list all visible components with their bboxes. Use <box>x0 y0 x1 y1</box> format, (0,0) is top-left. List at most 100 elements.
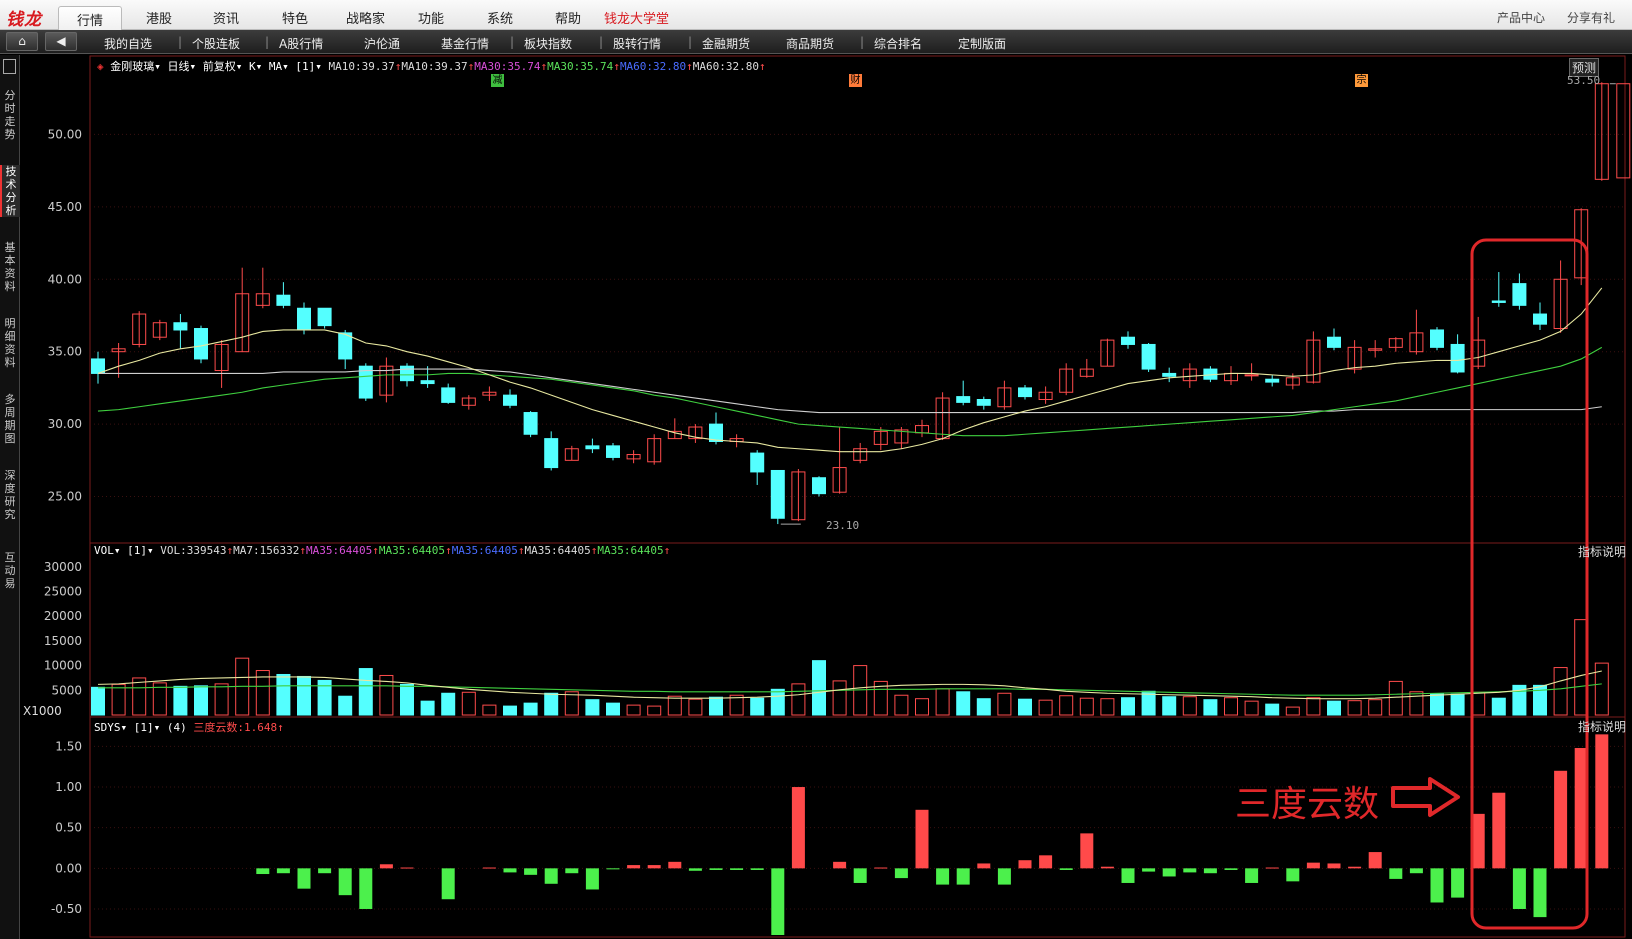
volume-param[interactable]: [1] <box>127 544 147 557</box>
sdys-bar <box>709 868 723 870</box>
ma60-line <box>98 368 1602 414</box>
candle-body <box>1450 343 1465 373</box>
volume-bar <box>750 697 765 716</box>
sdys-bar <box>894 868 908 879</box>
volume-tick-label: 25000 <box>44 584 82 598</box>
stock-name[interactable]: 金刚玻璃 <box>110 60 154 73</box>
sdys-bar <box>668 861 682 869</box>
volume-bar <box>647 705 662 716</box>
volume-bar <box>1244 700 1259 716</box>
volume-bar <box>111 683 126 716</box>
volume-tick-label: 10000 <box>44 659 82 673</box>
event-tag-finance[interactable]: 财 <box>849 74 862 87</box>
sdys-bar <box>1203 868 1217 874</box>
sdys-bar <box>379 864 393 869</box>
sdys-bar <box>1595 734 1609 869</box>
sdys-bar <box>1327 863 1341 869</box>
sdys-tick-label: 0.50 <box>55 821 82 835</box>
annotation-label: 三度云数 <box>1235 784 1380 825</box>
event-tag-reduce[interactable]: 减 <box>491 74 504 87</box>
volume-legend-item: MA35:64405 <box>451 544 518 557</box>
ma-legend-item: MA60:32.80 <box>692 60 760 73</box>
top-price-label: 53.50 <box>1567 74 1601 87</box>
candle-body <box>1141 343 1156 370</box>
sdys-bar <box>1492 792 1506 869</box>
candle-body <box>770 469 785 519</box>
event-tag-block[interactable]: 宗 <box>1355 74 1368 87</box>
candle-body <box>420 380 435 385</box>
volume-bar <box>606 702 620 716</box>
candle-body <box>812 477 826 495</box>
sdys-tick-label: -0.50 <box>51 902 82 916</box>
price-tick-label: 50.00 <box>48 127 82 141</box>
sdys-bar <box>1306 862 1320 869</box>
indicator-selector[interactable]: MA <box>269 60 282 73</box>
sdys-bar <box>1533 868 1547 918</box>
candle-body <box>1327 336 1341 348</box>
sdys-bar <box>1018 860 1032 869</box>
sdys-bar <box>956 868 970 885</box>
volume-bar <box>1368 699 1383 716</box>
sdys-bar <box>1162 868 1176 877</box>
price-tick-label: 35.00 <box>48 345 82 359</box>
sdys-bar <box>750 868 764 870</box>
candle-body <box>194 328 208 360</box>
volume-bar <box>503 705 517 716</box>
sdys-bar <box>627 865 641 869</box>
volume-bar <box>1100 698 1115 716</box>
volume-legend-item: MA35:64405 <box>524 544 591 557</box>
volume-bar <box>276 673 291 716</box>
volume-bar <box>1450 693 1465 716</box>
sdys-bar <box>1121 868 1135 883</box>
sdys-value: 1.648 <box>244 721 278 734</box>
adjust-selector[interactable]: 前复权 <box>203 60 236 73</box>
volume-tick-label: 30000 <box>44 560 82 574</box>
sdys-bar <box>359 868 373 909</box>
price-tick-label: 25.00 <box>48 490 82 504</box>
stock-marker-icon: ◈ <box>97 60 104 73</box>
sdys-bar <box>256 868 270 875</box>
volume-bar <box>1265 703 1280 716</box>
sdys-bar <box>524 868 538 875</box>
candle-body <box>1430 329 1444 348</box>
volume-bar <box>915 698 929 716</box>
volume-bar <box>1059 695 1074 716</box>
volume-bar <box>585 699 600 716</box>
sdys-bar <box>1245 868 1259 883</box>
sdys-bar <box>833 861 847 869</box>
ma-legend-item: MA10:39.37 <box>401 60 468 73</box>
volume-unit-label: X1000 <box>23 704 62 718</box>
volume-bar <box>626 704 641 716</box>
indicator-param[interactable]: [1] <box>295 60 315 73</box>
kline-selector[interactable]: K <box>249 60 256 73</box>
volume-bar <box>667 695 682 716</box>
volume-bar <box>441 692 456 716</box>
sdys-bar <box>585 868 599 890</box>
sdys-bar <box>565 868 579 874</box>
sdys-param[interactable]: [1] <box>134 721 154 734</box>
volume-bar <box>976 698 991 716</box>
sdys-indicator-selector[interactable]: SDYS <box>94 721 121 734</box>
volume-bar <box>791 683 806 716</box>
volume-bar <box>1327 700 1341 716</box>
candle-body <box>523 412 538 435</box>
period-selector[interactable]: 日线 <box>168 60 190 73</box>
volume-indicator-selector[interactable]: VOL <box>94 544 114 557</box>
indicator-info-button[interactable]: 指标说明 <box>1578 543 1626 560</box>
volume-bar <box>832 680 847 716</box>
sdys-bar <box>1183 868 1197 873</box>
sdys-bar <box>503 868 517 873</box>
volume-bar <box>1347 700 1362 716</box>
sdys-bar <box>977 863 991 869</box>
volume-legend-item: MA35:64405 <box>305 544 373 557</box>
volume-bar <box>1409 691 1424 716</box>
candle-body <box>1265 378 1280 383</box>
sdys-tick-label: 1.00 <box>55 780 82 794</box>
candle-body <box>976 398 991 406</box>
sdys-bar <box>318 868 332 874</box>
annotation-arrow-icon <box>1391 777 1460 817</box>
candle-body <box>1244 374 1259 377</box>
volume-bar <box>1203 699 1218 716</box>
indicator-info-button-2[interactable]: 指标说明 <box>1578 718 1626 735</box>
chart-canvas: 25.00 30.00 35.00 40.00 45.00 50.00 5000 10000 1… <box>44 55 1631 938</box>
